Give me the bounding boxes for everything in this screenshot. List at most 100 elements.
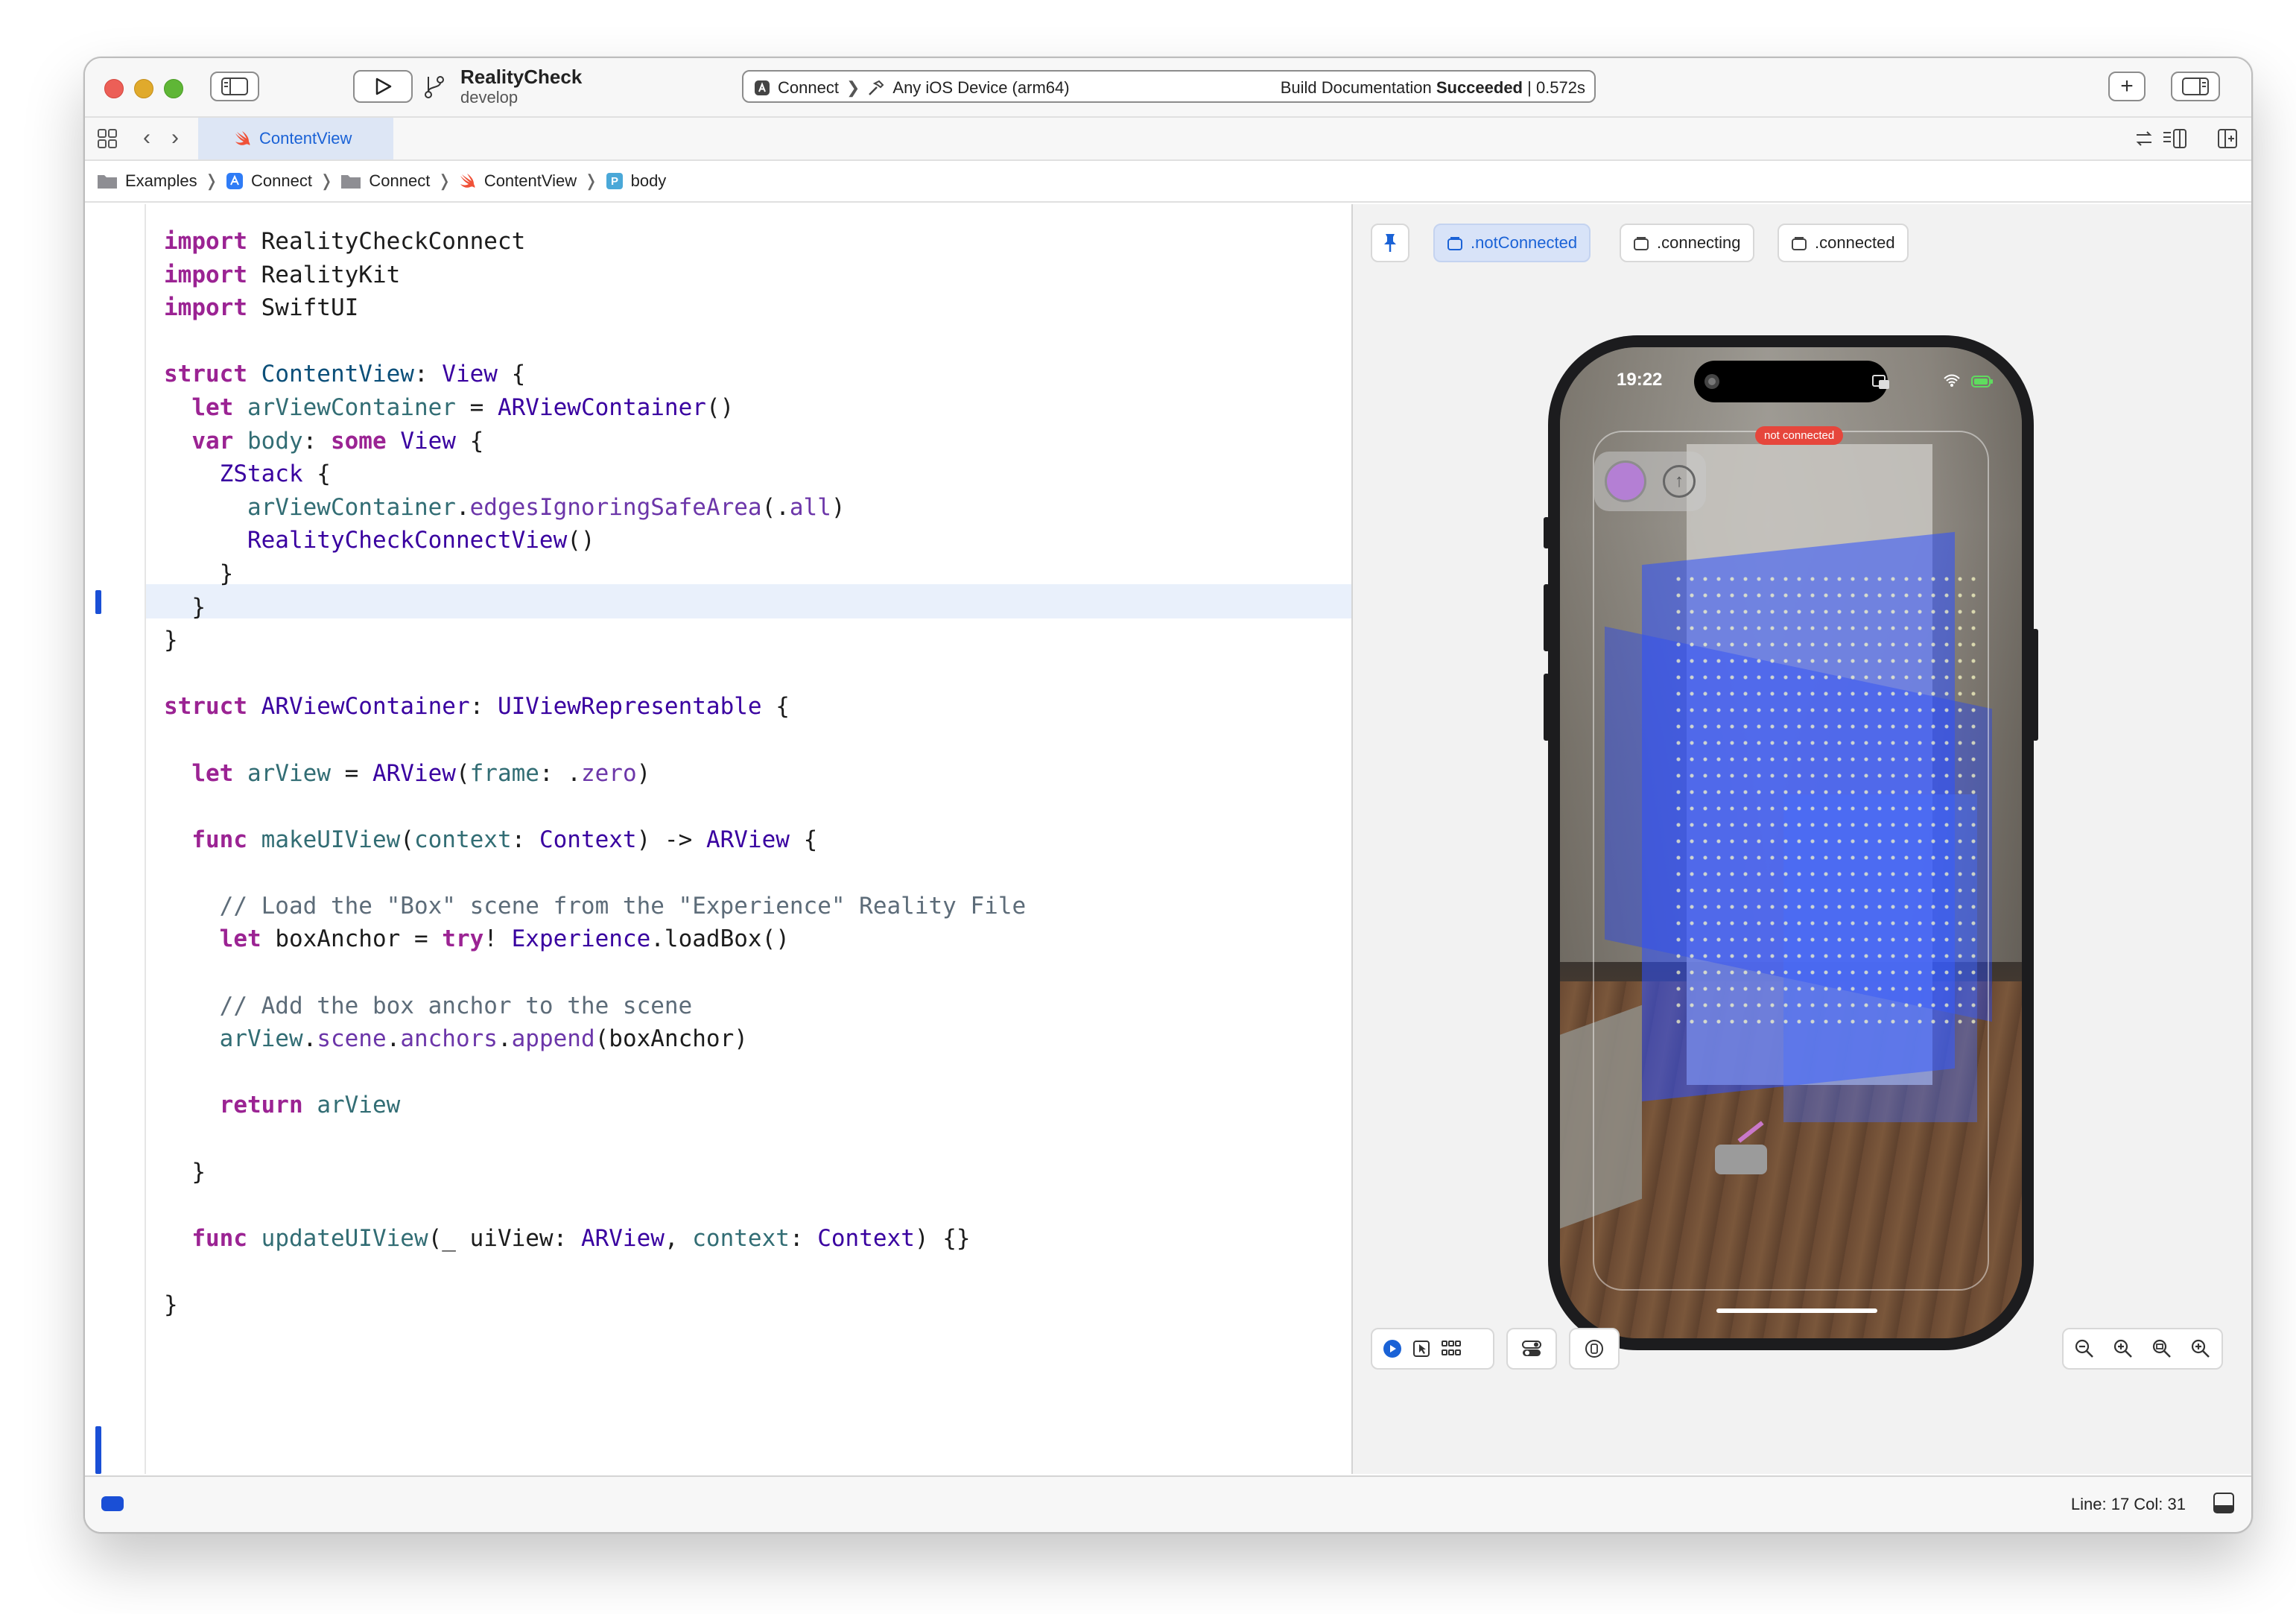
chevron-right-icon: ❭ [437,171,451,190]
code-line[interactable]: arView.scene.anchors.append(boxAnchor) [164,1022,1351,1056]
chevron-right-nav-icon[interactable]: › [171,125,179,151]
add-editor-icon[interactable] [2217,128,2238,149]
app-target-icon [226,172,244,190]
code-line[interactable] [164,1122,1351,1156]
code-line[interactable]: // Load the "Box" scene from the "Experi… [164,890,1351,923]
code-line[interactable] [164,956,1351,990]
breadcrumb-item-body[interactable]: P body [606,171,667,191]
project-name[interactable]: RealityCheck [460,66,582,89]
phone-clock: 19:22 [1617,370,1663,390]
activity-view[interactable]: Connect ❯ Any iOS Device (arm64) Build D… [742,70,1596,103]
close-window-button[interactable] [104,79,124,98]
device-settings-icon [1521,1340,1542,1358]
code-line[interactable]: arViewContainer.edgesIgnoringSafeArea(.a… [164,491,1351,525]
breadcrumb-item-examples[interactable]: Examples [97,171,197,191]
code-line[interactable]: ZStack { [164,458,1351,491]
code-line[interactable]: let arView = ARView(frame: .zero) [164,757,1351,791]
code-line[interactable]: // Add the box anchor to the scene [164,990,1351,1023]
library-button[interactable]: + [2108,72,2146,101]
tab-label: ContentView [259,129,352,148]
debug-area-toggle-icon[interactable] [101,1496,124,1511]
code-line[interactable] [164,790,1351,823]
code-line[interactable]: } [164,591,1351,624]
folder-icon [97,173,118,189]
code-line[interactable]: var body: some View { [164,425,1351,458]
zoom-in-icon[interactable] [2190,1338,2211,1359]
xcode-window: RealityCheck develop Connect ❯ Any iOS D… [83,57,2253,1534]
variant-connecting[interactable]: .connecting [1620,224,1754,262]
code-line[interactable]: import RealityCheckConnect [164,225,1351,259]
pin-preview-button[interactable] [1371,224,1409,262]
live-preview-icon[interactable] [1383,1339,1402,1358]
change-indicator[interactable] [95,1426,101,1474]
zoom-window-button[interactable] [164,79,183,98]
code-line[interactable]: struct ARViewContainer: UIViewRepresenta… [164,690,1351,724]
tab-bar: ‹ › ContentView [85,118,2251,161]
code-line[interactable]: let arViewContainer = ARViewContainer() [164,391,1351,425]
preview-canvas: .notConnected .connecting .connected 19:… [1353,204,2251,1474]
zoom-out-icon[interactable] [2074,1338,2095,1359]
code-line[interactable] [164,1189,1351,1222]
change-indicator[interactable] [95,590,101,614]
code-line[interactable] [164,1255,1351,1288]
code-line[interactable] [164,657,1351,691]
build-status: Build Documentation Succeeded | 0.572s [1281,78,1585,98]
breadcrumb-item-contentview[interactable]: ContentView [459,171,577,191]
preview-device-button[interactable] [1569,1328,1620,1370]
tab-contentview[interactable]: ContentView [198,118,393,159]
iphone-preview[interactable]: 19:22 not connected ↑ [1548,335,2034,1350]
code-line[interactable]: struct ContentView: View { [164,358,1351,391]
build-status-prefix: Build Documentation [1280,78,1436,97]
upload-arrow-icon[interactable]: ↑ [1663,465,1696,498]
variant-label: .connecting [1657,233,1741,252]
breadcrumb-item-connect-target[interactable]: Connect [226,171,312,191]
zoom-actual-size-icon[interactable] [2113,1338,2134,1359]
navigator-toggle-button[interactable] [210,72,259,101]
run-destination[interactable]: Any iOS Device (arm64) [892,78,1069,98]
variant-connected[interactable]: .connected [1778,224,1909,262]
code-line[interactable]: let boxAnchor = try! Experience.loadBox(… [164,922,1351,956]
code-line[interactable] [164,1056,1351,1089]
breadcrumb-label: body [630,171,667,190]
ar-camera-view[interactable]: 19:22 not connected ↑ [1560,347,2022,1338]
swift-file-icon [459,173,477,189]
code-line[interactable]: import SwiftUI [164,291,1351,325]
scheme-name[interactable]: Connect [778,78,839,98]
connect-button[interactable] [1605,461,1646,502]
code-line[interactable] [164,724,1351,757]
code-line[interactable]: } [164,624,1351,657]
code-line[interactable]: RealityCheckConnectView() [164,524,1351,557]
zoom-to-fit-icon[interactable] [2151,1338,2172,1359]
play-icon [373,77,393,96]
inspector-sidebar-icon [2182,77,2209,95]
debug-console-icon[interactable] [2213,1492,2235,1514]
grid-icon[interactable] [97,128,118,149]
code-line[interactable] [164,856,1351,890]
run-button[interactable] [353,70,413,103]
code-line[interactable]: func updateUIView(_ uiView: ARView, cont… [164,1222,1351,1256]
source-editor[interactable]: import RealityCheckConnect import Reality… [85,204,1353,1474]
code-lines[interactable]: import RealityCheckConnect import Reality… [164,225,1351,1322]
editor-options-icon[interactable] [2162,128,2189,149]
variants-grid-icon[interactable] [1441,1340,1462,1358]
connection-status-badge: not connected [1755,426,1844,445]
code-line[interactable]: func makeUIView(context: Context) -> ARV… [164,823,1351,857]
device-settings-button[interactable] [1506,1328,1557,1370]
code-line[interactable]: return arView [164,1089,1351,1122]
chevron-left-icon[interactable]: ‹ [143,125,150,151]
code-line[interactable]: } [164,1288,1351,1322]
swap-arrows-icon[interactable] [2134,128,2154,149]
preview-mode-controls [1371,1328,1494,1370]
code-line[interactable]: import RealityKit [164,259,1351,292]
breadcrumb-item-connect-folder[interactable]: Connect [340,171,430,191]
minimize-window-button[interactable] [134,79,153,98]
code-line[interactable]: } [164,557,1351,591]
variant-not-connected[interactable]: .notConnected [1433,224,1591,262]
branch-name: develop [460,88,518,107]
build-status-duration: | 0.572s [1523,78,1585,97]
inspector-toggle-button[interactable] [2171,72,2220,101]
code-line[interactable] [164,325,1351,358]
code-line[interactable]: } [164,1156,1351,1189]
device-icon [1585,1339,1604,1358]
selectable-mode-icon[interactable] [1412,1340,1430,1358]
